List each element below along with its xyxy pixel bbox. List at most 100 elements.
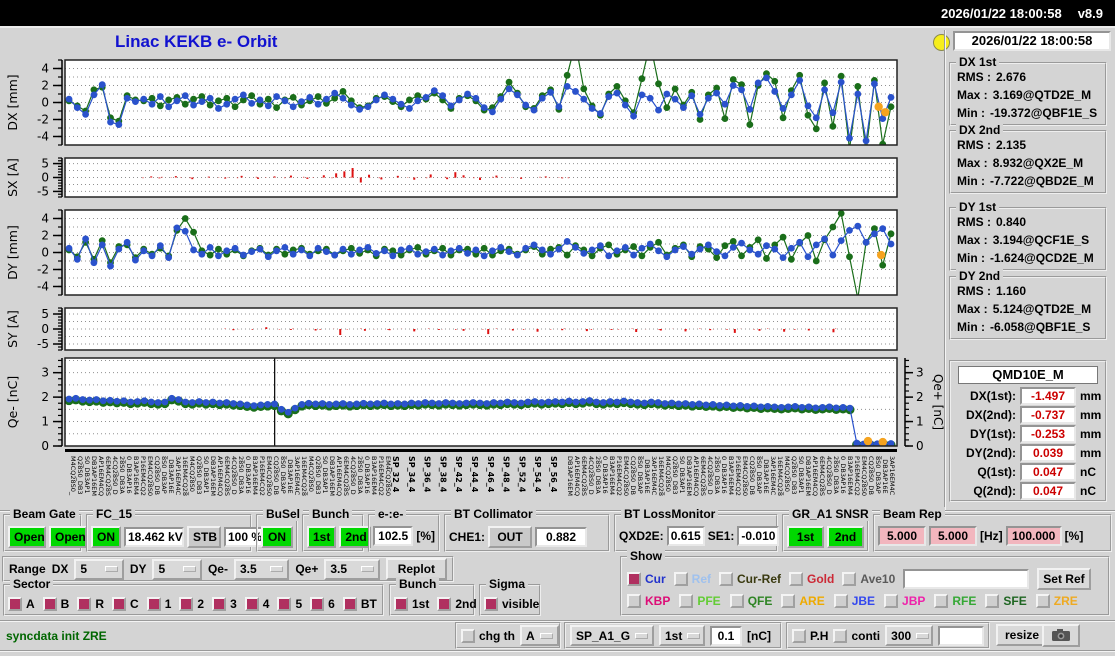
range-qem-dropdown[interactable]: 3.5: [233, 558, 290, 580]
busel-on-button[interactable]: ON: [261, 526, 293, 548]
sector-checkbox-5[interactable]: 5: [277, 597, 302, 611]
show-kbp-checkbox[interactable]: KBP: [627, 594, 670, 608]
sector-checkbox-c[interactable]: C: [112, 597, 139, 611]
bunch-1st-checkbox[interactable]: 1st: [394, 597, 429, 611]
sigma-visible-checkbox[interactable]: visible: [484, 597, 539, 611]
svg-text:0: 0: [41, 96, 49, 110]
svg-text:SP_42_4: SP_42_4: [454, 456, 463, 493]
dropdown-indicator-icon: [635, 632, 649, 639]
stat-label: RMS :: [957, 70, 991, 84]
svg-text:28S0_DB3A: 28S0_DB3A: [713, 456, 721, 494]
bunch-select-dropdown[interactable]: 1st: [659, 625, 705, 646]
range-qep-label: Qe+: [295, 562, 319, 576]
svg-text:3: 3: [916, 366, 924, 380]
stats-group-dy1: DY 1st RMS : 0.840 Max : 3.194@QCF1E_S Min…: [949, 200, 1107, 271]
show-cur-checkbox[interactable]: Cur: [627, 572, 666, 586]
fc15-on-button[interactable]: ON: [91, 526, 121, 548]
count-dropdown[interactable]: 300: [885, 625, 934, 646]
conti-checkbox[interactable]: conti: [833, 628, 880, 643]
beam-gate-open-button-1[interactable]: Open: [8, 526, 46, 548]
ph-checkbox[interactable]: P.H: [792, 628, 828, 643]
sector-checkbox-a[interactable]: A: [8, 597, 35, 611]
range-dy-dropdown[interactable]: 5: [152, 558, 202, 580]
svg-text:DB3AP16EM: DB3AP16EM: [328, 456, 336, 496]
sector-checkbox-1[interactable]: 1: [146, 597, 171, 611]
svg-text:_DB3AP16E: _DB3AP16E: [762, 455, 770, 494]
dropdown-indicator-icon: [360, 566, 374, 572]
gr-snsr-1st-button[interactable]: 1st: [787, 526, 824, 548]
beam-gate-open-button-2[interactable]: Open: [49, 526, 87, 548]
threshold-input[interactable]: 0.1: [710, 625, 742, 646]
show-qfe-checkbox[interactable]: QFE: [729, 594, 772, 608]
svg-text:S0_DB3AP1: S0_DB3AP1: [797, 456, 805, 494]
chg-th-checkbox[interactable]: chg th: [461, 628, 515, 643]
fc15-kv-readout[interactable]: 18.462 kV: [124, 527, 184, 547]
fc15-stb-button[interactable]: STB: [187, 526, 221, 548]
show-pfe-checkbox[interactable]: PFE: [679, 594, 721, 608]
sector-checkbox-r[interactable]: R: [77, 597, 104, 611]
sector-checkbox-b[interactable]: B: [42, 597, 69, 611]
sector-checkbox-4[interactable]: 4: [244, 597, 269, 611]
resize-button[interactable]: resize: [996, 624, 1048, 646]
show-curref-checkbox[interactable]: Cur-Ref: [719, 572, 781, 586]
qmd-row-label: Q(2nd):: [973, 483, 1016, 498]
beam-rep-value-3[interactable]: 100.000: [1005, 526, 1062, 546]
svg-text:8S0_DB3AP: 8S0_DB3AP: [636, 456, 644, 494]
beam-rep-value-1[interactable]: 5.000: [878, 526, 926, 546]
snapshot-button[interactable]: [1042, 624, 1080, 647]
che1-value[interactable]: 0.882: [535, 527, 588, 547]
stat-value: -19.372@QBF1E_S: [990, 106, 1098, 120]
qmd-row-unit: mm: [1080, 445, 1102, 460]
show-ave10-checkbox[interactable]: Ave10: [842, 572, 895, 586]
free-input[interactable]: [938, 625, 984, 646]
svg-text:Q28S0_DB3: Q28S0_DB3: [195, 456, 203, 495]
sector-checkbox-2[interactable]: 2: [179, 597, 204, 611]
bunch-1st-button[interactable]: 1st: [307, 526, 337, 548]
show-gold-checkbox[interactable]: Gold: [789, 572, 834, 586]
show-zre-checkbox[interactable]: ZRE: [1035, 594, 1078, 608]
qxd2e-value[interactable]: 0.615: [666, 526, 705, 546]
show-jbe-checkbox[interactable]: JBE: [833, 594, 875, 608]
gr-snsr-2nd-button[interactable]: 2nd: [827, 526, 864, 548]
show-rfe-checkbox[interactable]: RFE: [934, 594, 976, 608]
show-jbp-checkbox[interactable]: JBP: [884, 594, 925, 608]
bunch-2nd-button[interactable]: 2nd: [339, 526, 372, 548]
frame-title: BT Collimator: [451, 507, 536, 521]
svg-text:B3AP16EM4: B3AP16EM4: [251, 456, 259, 495]
stat-value: 8.932@QX2E_M: [992, 156, 1084, 170]
svg-text:M4CQ28S0_: M4CQ28S0_: [783, 456, 791, 496]
sector-checkbox-bt[interactable]: BT: [342, 597, 377, 611]
svg-text:DB3AP16EM: DB3AP16EM: [566, 456, 574, 496]
svg-text:P16EM4CQ2: P16EM4CQ2: [853, 456, 861, 496]
checkbox-box: [627, 594, 641, 608]
bunch-2nd-checkbox[interactable]: 2nd: [437, 597, 477, 611]
show-sfe-checkbox[interactable]: SFE: [985, 594, 1027, 608]
range-dx-dropdown[interactable]: 5: [74, 558, 124, 580]
stat-value: -1.624@QCD2E_M: [990, 251, 1094, 265]
svg-text:3AP16EM4C: 3AP16EM4C: [174, 456, 182, 496]
show-ref-checkbox[interactable]: Ref: [673, 572, 711, 586]
set-ref-input[interactable]: [903, 569, 1030, 589]
ee-ratio-value[interactable]: 102.5: [373, 526, 414, 546]
stat-value: 2.676: [996, 70, 1027, 84]
stat-value: -7.722@QBD2E_M: [990, 174, 1094, 188]
checkbox-box: [244, 597, 259, 611]
show-are-checkbox[interactable]: ARE: [781, 594, 825, 608]
svg-text:-5: -5: [37, 337, 49, 351]
frame-title: GR_A1 SNSR: [789, 507, 872, 521]
bt-lossmonitor-frame: BT LossMonitor QXD2E: 0.615 SE1: -0.010: [614, 507, 780, 552]
set-ref-button[interactable]: Set Ref: [1037, 568, 1091, 590]
che1-out-button[interactable]: OUT: [488, 526, 533, 548]
sector-checkbox-6[interactable]: 6: [310, 597, 335, 611]
bpm-select-dropdown[interactable]: SP_A1_G: [570, 625, 654, 646]
sector-select-dropdown[interactable]: A: [520, 625, 559, 646]
range-qep-dropdown[interactable]: 3.5: [324, 558, 380, 580]
se1-value[interactable]: -0.010: [737, 526, 780, 546]
beam-rep-value-2[interactable]: 5.000: [929, 526, 977, 546]
stat-value: 0.840: [996, 215, 1027, 229]
sector-checkbox-3[interactable]: 3: [212, 597, 237, 611]
svg-text:4CQ28S0_D: 4CQ28S0_D: [111, 456, 119, 495]
frame-title: Show: [627, 549, 665, 563]
svg-text:1: 1: [916, 415, 924, 429]
gr-snsr-frame: GR_A1 SNSR 1st 2nd: [782, 507, 872, 552]
